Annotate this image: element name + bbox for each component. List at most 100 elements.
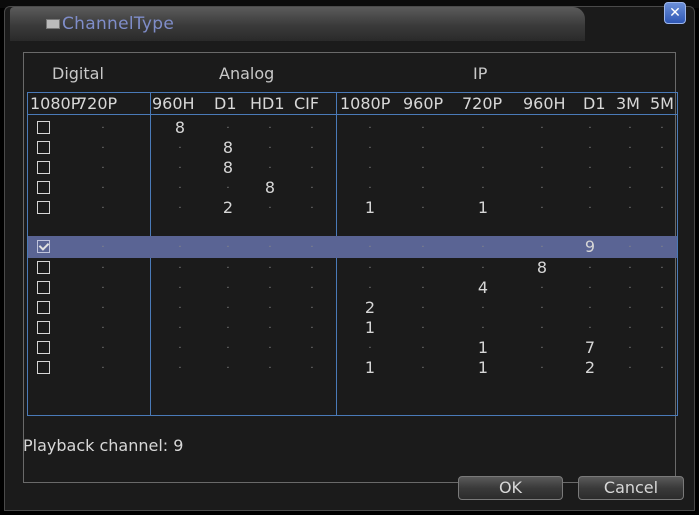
channel-count-cell[interactable]: · xyxy=(620,258,640,280)
channel-count-cell[interactable]: · xyxy=(302,178,322,200)
channel-count-cell[interactable]: · xyxy=(413,258,433,280)
channel-count-cell[interactable]: · xyxy=(93,258,113,280)
channel-count-cell[interactable]: · xyxy=(218,298,238,320)
channel-count-cell[interactable]: · xyxy=(302,278,322,300)
table-row[interactable]: · · · · · 1 · 1 · 2 · · xyxy=(28,358,677,378)
channel-count-cell[interactable]: · xyxy=(413,298,433,320)
channel-count-cell[interactable]: · xyxy=(580,118,600,140)
channel-count-cell[interactable]: · xyxy=(413,138,433,160)
channel-count-cell[interactable]: · xyxy=(360,278,380,300)
channel-count-cell[interactable]: · xyxy=(360,258,380,280)
channel-count-cell[interactable]: · xyxy=(620,198,640,220)
channel-count-cell[interactable]: · xyxy=(620,278,640,300)
channel-count-cell[interactable]: · xyxy=(652,118,672,140)
row-checkbox[interactable] xyxy=(37,261,50,274)
channel-count-cell[interactable]: 4 xyxy=(473,278,493,298)
channel-count-cell[interactable]: · xyxy=(260,358,280,380)
channel-count-cell[interactable]: · xyxy=(302,198,322,220)
table-row[interactable]: · · · · · · · · 8 · · · xyxy=(28,258,677,278)
table-row[interactable]: · 8 · · · · · · · · · · xyxy=(28,118,677,138)
channel-count-cell[interactable]: · xyxy=(260,118,280,140)
channel-count-cell[interactable]: · xyxy=(302,338,322,360)
channel-count-cell[interactable]: · xyxy=(580,158,600,180)
channel-count-cell[interactable]: · xyxy=(170,138,190,160)
channel-count-cell[interactable]: · xyxy=(260,158,280,180)
channel-count-cell[interactable]: · xyxy=(652,258,672,280)
channel-count-cell[interactable]: 8 xyxy=(218,158,238,178)
channel-count-cell[interactable]: 8 xyxy=(170,118,190,138)
channel-count-cell[interactable]: · xyxy=(652,158,672,180)
title-bar[interactable]: ChannelType xyxy=(10,7,585,41)
channel-count-cell[interactable]: · xyxy=(473,118,493,140)
channel-count-cell[interactable]: · xyxy=(413,338,433,360)
channel-count-cell[interactable]: · xyxy=(302,318,322,340)
channel-count-cell[interactable]: · xyxy=(93,158,113,180)
channel-count-cell[interactable]: · xyxy=(302,298,322,320)
channel-count-cell[interactable]: 1 xyxy=(360,318,380,338)
channel-count-cell[interactable]: · xyxy=(170,158,190,180)
channel-count-cell[interactable]: · xyxy=(218,318,238,340)
channel-count-cell[interactable]: 1 xyxy=(473,338,493,358)
channel-count-cell[interactable]: · xyxy=(652,237,672,259)
channel-count-cell[interactable]: · xyxy=(218,237,238,259)
channel-count-cell[interactable]: · xyxy=(93,237,113,259)
channel-count-cell[interactable]: · xyxy=(360,118,380,140)
row-checkbox[interactable] xyxy=(37,121,50,134)
channel-count-cell[interactable]: · xyxy=(620,158,640,180)
channel-count-cell[interactable]: · xyxy=(473,158,493,180)
channel-count-cell[interactable]: · xyxy=(170,298,190,320)
row-checkbox[interactable] xyxy=(37,141,50,154)
channel-count-cell[interactable]: · xyxy=(473,298,493,320)
table-row[interactable]: · · · · · · · 1 · 7 · · xyxy=(28,338,677,358)
table-row[interactable]: · · 8 · · · · · · · · · xyxy=(28,138,677,158)
channel-count-cell[interactable]: · xyxy=(413,118,433,140)
channel-count-cell[interactable]: · xyxy=(652,338,672,360)
channel-count-cell[interactable]: · xyxy=(93,358,113,380)
channel-count-cell[interactable]: · xyxy=(620,118,640,140)
channel-count-cell[interactable]: · xyxy=(360,338,380,360)
channel-count-cell[interactable]: · xyxy=(302,118,322,140)
table-row[interactable]: · · · · · 1 · · · · · · xyxy=(28,318,677,338)
channel-count-cell[interactable]: · xyxy=(260,237,280,259)
channel-count-cell[interactable]: · xyxy=(170,198,190,220)
row-checkbox[interactable] xyxy=(37,321,50,334)
channel-count-cell[interactable]: 2 xyxy=(580,358,600,378)
channel-count-cell[interactable]: · xyxy=(473,237,493,259)
channel-count-cell[interactable]: · xyxy=(93,298,113,320)
channel-count-cell[interactable]: · xyxy=(532,178,552,200)
close-button[interactable]: ✕ xyxy=(664,2,686,24)
channel-count-cell[interactable]: · xyxy=(532,318,552,340)
channel-count-cell[interactable]: · xyxy=(532,298,552,320)
channel-count-cell[interactable]: · xyxy=(473,178,493,200)
table-row[interactable]: · · · · · 2 · · · · · · xyxy=(28,298,677,318)
channel-count-cell[interactable]: 9 xyxy=(580,237,600,257)
channel-count-cell[interactable]: · xyxy=(260,278,280,300)
row-checkbox[interactable] xyxy=(37,361,50,374)
channel-count-cell[interactable]: · xyxy=(170,278,190,300)
channel-count-cell[interactable]: 1 xyxy=(473,358,493,378)
channel-count-cell[interactable]: · xyxy=(218,338,238,360)
channel-count-cell[interactable]: · xyxy=(620,237,640,259)
channel-count-cell[interactable]: 8 xyxy=(260,178,280,198)
channel-count-cell[interactable]: · xyxy=(413,198,433,220)
table-row[interactable]: · · 8 · · · · · · · · · xyxy=(28,158,677,178)
channel-count-cell[interactable]: · xyxy=(620,298,640,320)
channel-count-cell[interactable]: · xyxy=(93,318,113,340)
channel-count-cell[interactable]: · xyxy=(93,138,113,160)
channel-count-cell[interactable]: · xyxy=(360,237,380,259)
channel-count-cell[interactable]: 1 xyxy=(473,198,493,218)
table-row[interactable]: · · · 8 · · · · · · · · xyxy=(28,178,677,198)
channel-count-cell[interactable]: · xyxy=(260,138,280,160)
channel-count-cell[interactable]: · xyxy=(93,118,113,140)
ok-button[interactable]: OK xyxy=(458,476,563,500)
row-checkbox[interactable] xyxy=(37,161,50,174)
channel-count-cell[interactable]: · xyxy=(532,237,552,259)
channel-count-cell[interactable]: · xyxy=(652,138,672,160)
channel-count-cell[interactable]: · xyxy=(580,318,600,340)
row-checkbox[interactable] xyxy=(37,301,50,314)
table-row[interactable]: · · · · · · · 4 · · · · xyxy=(28,278,677,298)
channel-count-cell[interactable]: 1 xyxy=(360,198,380,218)
channel-count-cell[interactable]: · xyxy=(413,318,433,340)
channel-count-cell[interactable]: · xyxy=(360,138,380,160)
channel-count-cell[interactable]: · xyxy=(170,237,190,259)
